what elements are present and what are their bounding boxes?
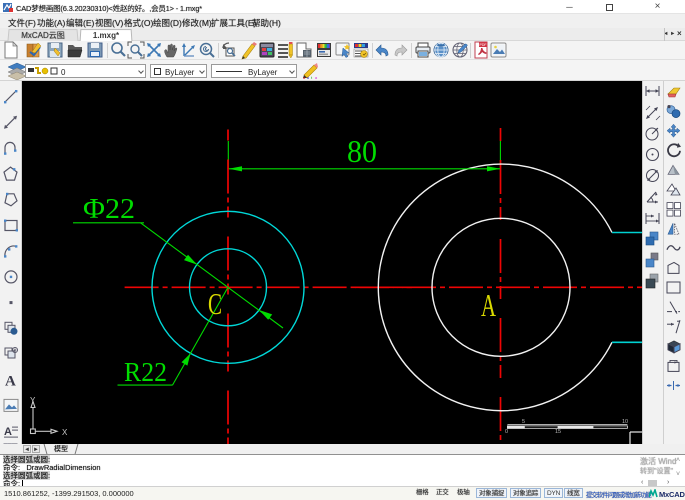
svg-text:15: 15 [555, 429, 561, 435]
svg-text:C: C [208, 286, 222, 321]
svg-text:PDF: PDF [480, 43, 487, 47]
svg-text:X: X [62, 428, 68, 437]
svg-text:t: t [311, 75, 313, 79]
svg-text:R22: R22 [124, 357, 167, 387]
svg-text:o: o [315, 75, 318, 79]
svg-text:A: A [5, 374, 16, 390]
svg-text:Y: Y [30, 396, 36, 405]
svg-text:u: u [307, 75, 309, 79]
svg-text:0: 0 [505, 429, 508, 435]
svg-text:5: 5 [522, 419, 525, 425]
svg-text:A: A [4, 426, 12, 438]
svg-text:80: 80 [347, 133, 377, 169]
svg-text:10: 10 [622, 419, 628, 425]
svg-text:Φ22: Φ22 [83, 194, 135, 225]
svg-text:A: A [481, 287, 496, 323]
